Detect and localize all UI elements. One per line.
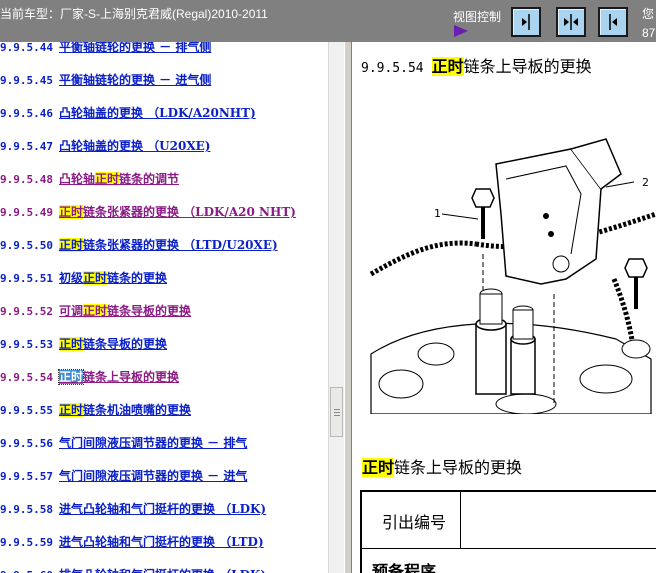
toc-link-title: 正时链条张紧器的更换 （LTD/U20XE) <box>58 238 278 252</box>
toc-link[interactable]: 9.9.5.54 正时链条上导板的更换 <box>0 367 179 387</box>
toc-link-number: 9.9.5.58 <box>0 503 53 516</box>
toc-link-title: 正时链条上导板的更换 <box>57 369 180 385</box>
panel-split-icon <box>564 14 578 30</box>
toc-link-number: 9.9.5.55 <box>0 404 53 417</box>
scroll-thumb[interactable] <box>330 387 343 437</box>
toc-link-number: 9.9.5.60 <box>0 569 53 573</box>
toc-link-number: 9.9.5.50 <box>0 239 53 252</box>
toc-link[interactable]: 9.9.5.55 正时链条机油喷嘴的更换 <box>0 400 191 420</box>
toc-link-title: 正时链条机油喷嘴的更换 <box>58 403 192 417</box>
show-left-pane-button[interactable] <box>598 7 628 37</box>
toc-link[interactable]: 9.9.5.58 进气凸轮轴和气门挺杆的更换 （LDK) <box>0 499 266 519</box>
preliminary-procedure-label: 预备程序 <box>372 562 437 573</box>
show-right-pane-button[interactable] <box>511 7 541 37</box>
timing-chain-guide-diagram: 1 2 <box>369 138 656 414</box>
play-arrow-icon <box>454 25 468 37</box>
toc-link-number: 9.9.5.49 <box>0 206 53 219</box>
toc-link-number: 9.9.5.53 <box>0 338 53 351</box>
toc-link-title: 正时链条张紧器的更换 （LDK/A20 NHT) <box>58 205 296 219</box>
toc-link-number: 9.9.5.48 <box>0 173 53 186</box>
pane-splitter[interactable] <box>344 42 352 573</box>
toc-link[interactable]: 9.9.5.60 排气凸轮轴和气门挺杆的更换 （LDK) <box>0 565 266 573</box>
toc-link-number: 9.9.5.56 <box>0 437 53 450</box>
page-title: 9.9.5.54 正时链条上导板的更换 <box>361 57 592 76</box>
toc-link[interactable]: 9.9.5.53 正时链条导板的更换 <box>0 334 167 354</box>
toc-pane: 9.9.5.44 平衡轴链轮的更换 － 排气侧 9.9.5.45 平衡轴链轮的更换 －… <box>0 42 328 573</box>
callout-1-label: 1 <box>434 207 441 220</box>
toc-link-number: 9.9.5.51 <box>0 272 53 285</box>
toc-link[interactable]: 9.9.5.44 平衡轴链轮的更换 － 排气侧 <box>0 42 211 57</box>
toc-link-number: 9.9.5.57 <box>0 470 53 483</box>
current-vehicle-label: 当前车型：厂家-S-上海别克君威(Regal)2010-2011 <box>0 7 268 21</box>
toc-link-title: 平衡轴链轮的更换 － 进气侧 <box>58 73 212 87</box>
toc-link[interactable]: 9.9.5.52 可调正时链条导板的更换 <box>0 301 191 321</box>
toc-link-title: 气门间隙液压调节器的更换 － 进气 <box>58 469 248 483</box>
toc-link-number: 9.9.5.59 <box>0 536 53 549</box>
toc-link-number: 9.9.5.52 <box>0 305 53 318</box>
top-toolbar: 当前车型：厂家-S-上海别克君威(Regal)2010-2011 视图控制 您 … <box>0 0 656 42</box>
toc-link[interactable]: 9.9.5.46 凸轮轴盖的更换 （LDK/A20NHT) <box>0 103 256 123</box>
toc-link-title: 初级正时链条的更换 <box>58 271 168 285</box>
toc-link-title: 气门间隙液压调节器的更换 － 排气 <box>58 436 248 450</box>
toc-link-number: 9.9.5.46 <box>0 107 53 120</box>
callout-2-label: 2 <box>642 176 649 189</box>
toc-link[interactable]: 9.9.5.50 正时链条张紧器的更换 （LTD/U20XE) <box>0 235 278 255</box>
section-heading: 正时链条上导板的更换 <box>362 458 523 477</box>
toc-scrollbar[interactable] <box>328 42 345 573</box>
toc-link[interactable]: 9.9.5.47 凸轮轴盖的更换 （U20XE) <box>0 136 210 156</box>
table-header-row: 引出编号 <box>362 492 656 549</box>
toc-link-number: 9.9.5.44 <box>0 42 53 54</box>
truncated-status-text: 您 87 <box>642 7 656 40</box>
toc-link-title: 凸轮轴正时链条的调节 <box>58 172 180 186</box>
toc-link-number: 9.9.5.45 <box>0 74 53 87</box>
view-control-label: 视图控制 <box>453 10 502 24</box>
toc-link[interactable]: 9.9.5.49 正时链条张紧器的更换 （LDK/A20 NHT) <box>0 202 296 222</box>
toc-link-title: 进气凸轮轴和气门挺杆的更换 （LTD) <box>58 535 264 549</box>
toc-link-title: 可调正时链条导板的更换 <box>58 304 192 318</box>
toc-link-number: 9.9.5.54 <box>0 371 53 384</box>
toc-link[interactable]: 9.9.5.51 初级正时链条的更换 <box>0 268 167 288</box>
toc-link[interactable]: 9.9.5.56 气门间隙液压调节器的更换 － 排气 <box>0 433 247 453</box>
toc-link-number: 9.9.5.47 <box>0 140 53 153</box>
toc-link[interactable]: 9.9.5.59 进气凸轮轴和气门挺杆的更换 （LTD) <box>0 532 264 552</box>
split-pane-button[interactable] <box>556 7 586 37</box>
document-pane: 9.9.5.54 正时链条上导板的更换 1 2 正时链条上导板的更换 引出编号 … <box>352 42 656 573</box>
toc-link-title: 凸轮轴盖的更换 （LDK/A20NHT) <box>58 106 256 120</box>
callout-table: 引出编号 预备程序 <box>360 490 656 573</box>
toc-link[interactable]: 9.9.5.57 气门间隙液压调节器的更换 － 进气 <box>0 466 247 486</box>
toc-link[interactable]: 9.9.5.48 凸轮轴正时链条的调节 <box>0 169 179 189</box>
callout-number-header: 引出编号 <box>382 513 447 532</box>
toc-link-title: 正时链条导板的更换 <box>58 337 168 351</box>
toc-link-title: 排气凸轮轴和气门挺杆的更换 （LDK) <box>59 568 266 573</box>
toc-link[interactable]: 9.9.5.45 平衡轴链轮的更换 － 进气侧 <box>0 70 211 90</box>
panel-right-icon <box>522 14 530 30</box>
toc-link-title: 凸轮轴盖的更换 （U20XE) <box>58 139 211 153</box>
toc-link-title: 平衡轴链轮的更换 － 排气侧 <box>58 42 212 54</box>
panel-left-icon <box>609 14 617 30</box>
toc-link-title: 进气凸轮轴和气门挺杆的更换 （LDK) <box>58 502 267 516</box>
